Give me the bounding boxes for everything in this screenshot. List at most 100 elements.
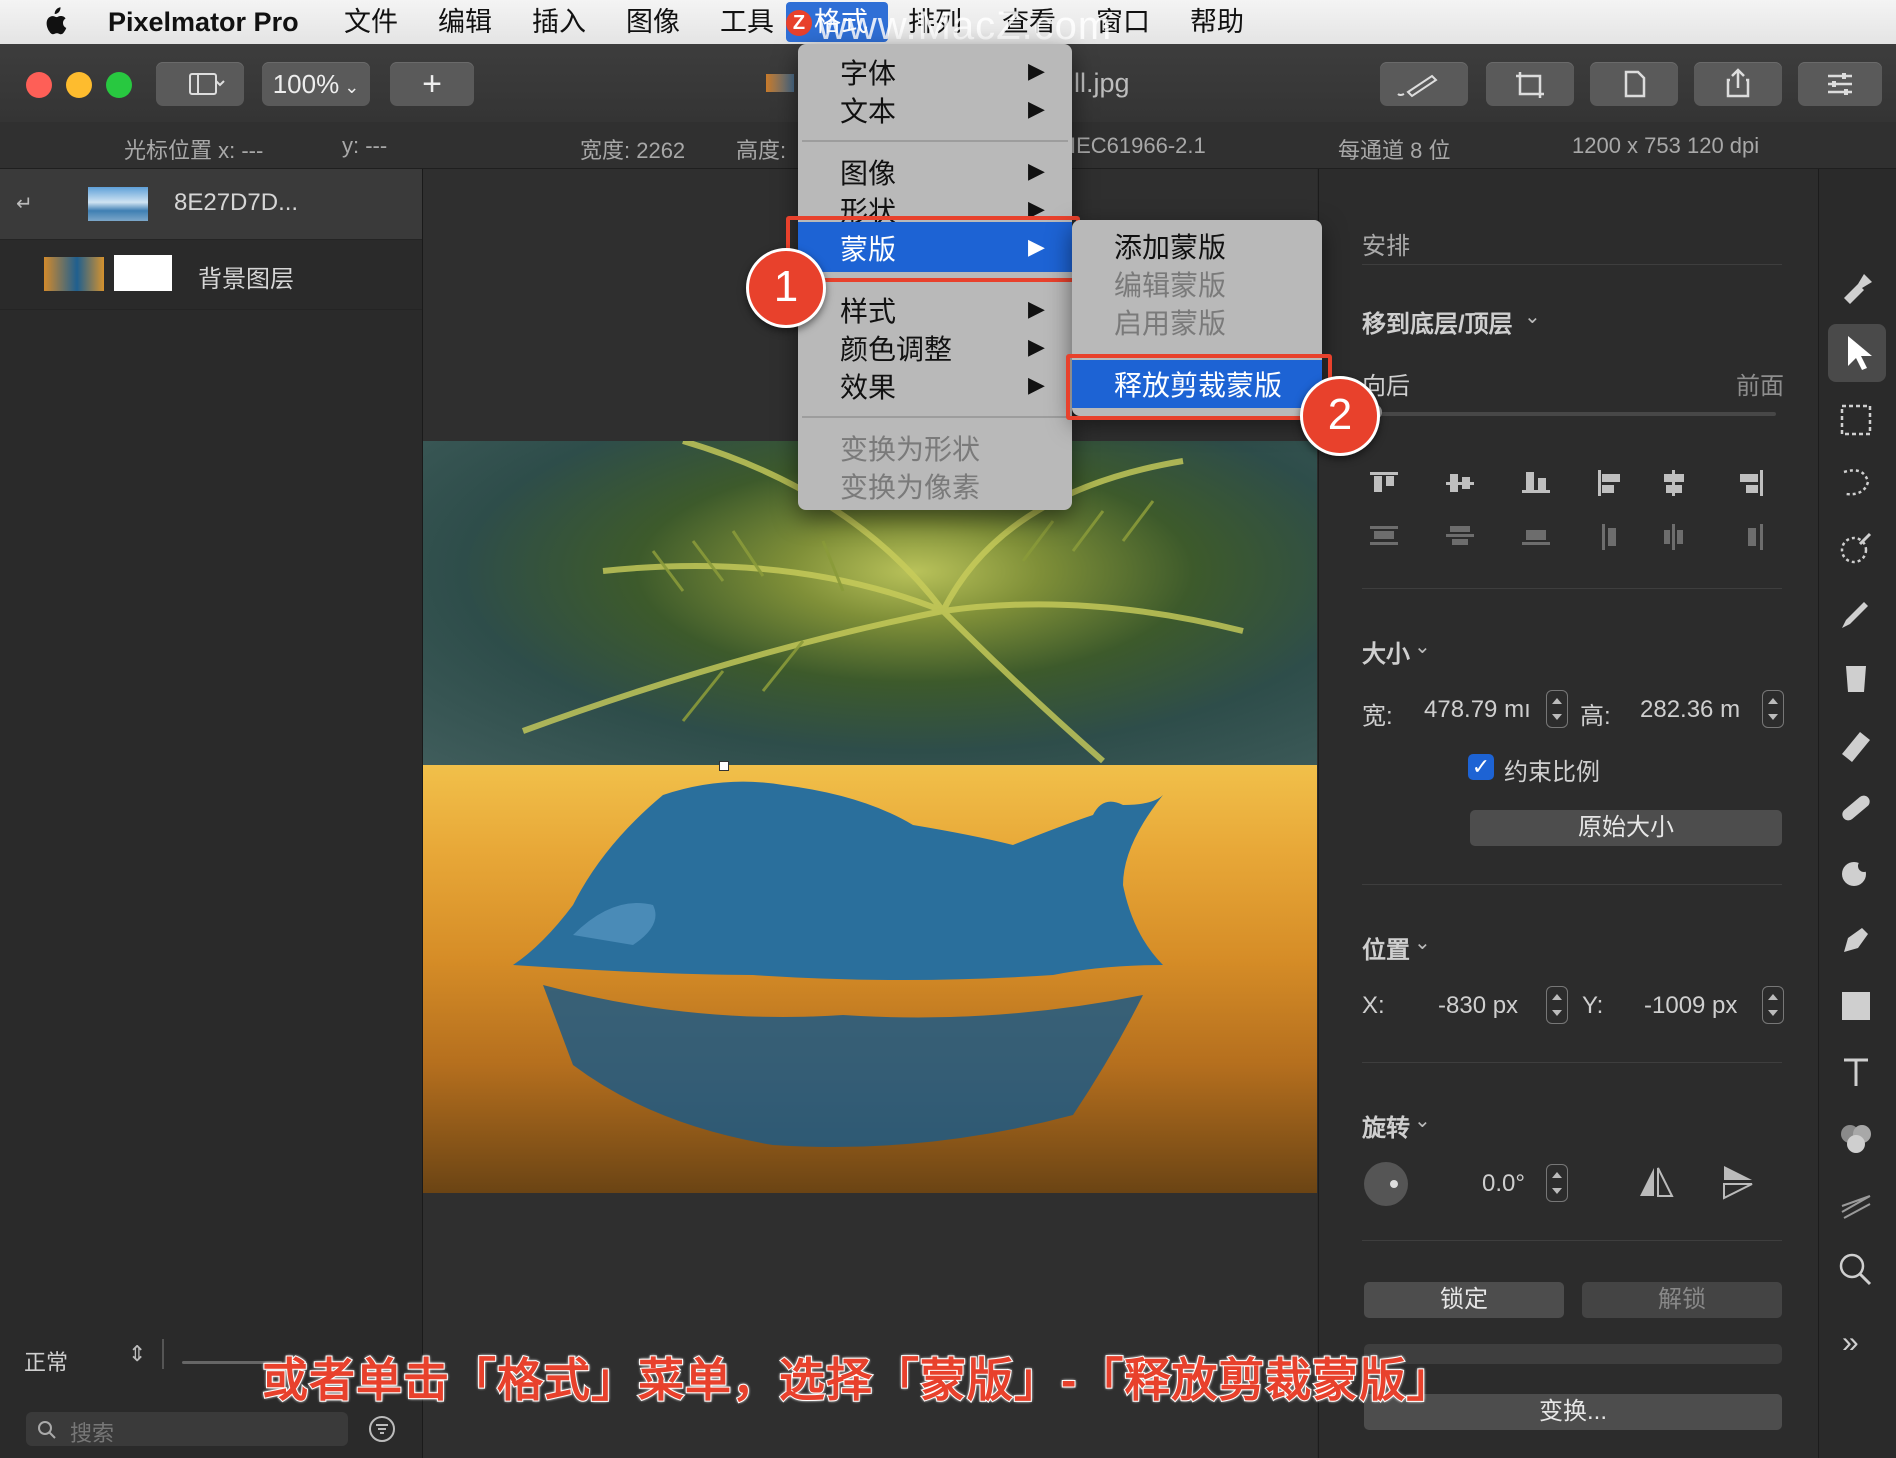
tools-settings-button[interactable]	[1798, 62, 1882, 106]
width-stepper[interactable]	[1546, 690, 1568, 728]
divider	[1362, 588, 1782, 589]
sidebar-toggle-button[interactable]	[156, 62, 244, 106]
rotate-section-title[interactable]: 旋转	[1362, 1108, 1410, 1143]
updown-chevron-icon[interactable]: ⇕	[128, 1341, 146, 1367]
effects-icon[interactable]	[1834, 1182, 1878, 1226]
image-width-readout: 宽度: 2262	[580, 138, 686, 163]
submenu-arrow-icon: ▶	[1028, 58, 1045, 83]
y-label: Y:	[1582, 992, 1604, 1019]
style-brush-icon[interactable]	[1834, 264, 1878, 308]
rect-select-icon[interactable]	[1834, 398, 1878, 442]
flip-vertical-icon[interactable]	[1718, 1162, 1758, 1202]
paint-brush-icon[interactable]	[1834, 592, 1878, 636]
resolution-readout: 1200 x 753 120 dpi	[1572, 133, 1760, 158]
menu-image[interactable]: 图像	[626, 4, 680, 40]
menu-help[interactable]: 帮助	[1190, 4, 1244, 40]
search-field[interactable]: 搜索	[26, 1412, 348, 1446]
menu-item-style[interactable]: 样式	[840, 290, 896, 330]
color-profile-readout: IEC61966-2.1	[1070, 133, 1206, 158]
layer-row[interactable]: ↵ 8E27D7D...	[0, 169, 422, 240]
color-adjust-icon[interactable]	[1834, 1116, 1878, 1160]
height-field[interactable]: 282.36 m	[1640, 696, 1740, 724]
blend-mode-select[interactable]: 正常	[24, 1345, 68, 1377]
arrange-tool-button[interactable]	[1828, 324, 1886, 382]
zoom-window-button[interactable]	[106, 72, 132, 98]
color-picker-icon[interactable]	[1834, 526, 1878, 570]
format-button[interactable]	[1590, 62, 1678, 106]
layer-thumbnail	[88, 187, 148, 221]
menu-item-image[interactable]: 图像	[840, 152, 896, 192]
filter-icon[interactable]	[368, 1415, 396, 1443]
width-field[interactable]: 478.79 mı	[1424, 696, 1531, 724]
constrain-label[interactable]: 约束比例	[1504, 752, 1600, 787]
bit-depth-readout: 每通道 8 位	[1338, 138, 1451, 163]
chevron-down-icon[interactable]: ⌄	[1524, 304, 1541, 329]
menu-tools[interactable]: 工具	[720, 4, 774, 40]
menu-insert[interactable]: 插入	[532, 4, 586, 40]
text-icon[interactable]	[1834, 1050, 1878, 1094]
bandage-icon[interactable]	[1834, 786, 1878, 830]
menu-item-text[interactable]: 文本	[840, 90, 896, 130]
eraser-icon[interactable]	[1834, 722, 1878, 766]
original-size-button[interactable]: 原始大小	[1470, 810, 1782, 846]
add-layer-button[interactable]: +	[390, 62, 474, 106]
iceberg-layer-image[interactable]	[423, 765, 1317, 1193]
position-section-title[interactable]: 位置	[1362, 930, 1410, 965]
close-window-button[interactable]	[26, 72, 52, 98]
menu-edit[interactable]: 编辑	[438, 4, 492, 40]
flip-horizontal-icon[interactable]	[1636, 1162, 1676, 1202]
layer-name: 8E27D7D...	[174, 189, 299, 216]
lock-button[interactable]: 锁定	[1364, 1282, 1564, 1318]
paint-button[interactable]	[1380, 62, 1468, 106]
chevron-down-icon[interactable]: ⌄	[1414, 1108, 1431, 1133]
constrain-checkbox[interactable]: ✓	[1468, 754, 1494, 780]
layer-thumbnail	[44, 257, 104, 291]
height-stepper[interactable]	[1762, 690, 1784, 728]
chevron-down-icon[interactable]: ⌄	[1414, 930, 1431, 955]
document-icon	[1624, 70, 1646, 98]
image-height-readout: 高度:	[736, 138, 787, 163]
y-stepper[interactable]	[1762, 986, 1784, 1024]
menu-item-color-adjust[interactable]: 颜色调整	[840, 328, 952, 368]
step-badge-1: 1	[746, 248, 826, 328]
rotation-stepper[interactable]	[1546, 1164, 1568, 1202]
minimize-window-button[interactable]	[66, 72, 92, 98]
rotation-dial[interactable]	[1364, 1162, 1408, 1206]
x-stepper[interactable]	[1546, 986, 1568, 1024]
menu-item-edit-mask: 编辑蒙版	[1114, 270, 1227, 301]
x-field[interactable]: -830 px	[1438, 992, 1518, 1020]
rotation-dial-knob	[1390, 1180, 1398, 1188]
document-title: ll.jpg	[1074, 68, 1130, 98]
pen-icon[interactable]	[1834, 918, 1878, 962]
zoom-dropdown[interactable]: 100% ⌄	[262, 62, 370, 106]
rotation-field[interactable]: 0.0°	[1482, 1170, 1525, 1198]
chevron-down-icon[interactable]: ⌄	[1414, 634, 1431, 659]
pointer-icon	[1848, 336, 1872, 370]
crop-button[interactable]	[1486, 62, 1574, 106]
width-label: 宽:	[1362, 703, 1393, 730]
size-section-title[interactable]: 大小	[1362, 634, 1410, 669]
shape-icon[interactable]	[1834, 984, 1878, 1028]
move-section-title[interactable]: 移到底层/顶层	[1362, 304, 1513, 339]
layer-row[interactable]: 背景图层	[0, 239, 422, 310]
unlock-button[interactable]: 解锁	[1582, 1282, 1782, 1318]
distort-icon[interactable]	[1834, 852, 1878, 896]
menu-item-font[interactable]: 字体	[840, 52, 896, 92]
y-field[interactable]: -1009 px	[1644, 992, 1737, 1020]
zoom-icon[interactable]	[1834, 1248, 1878, 1292]
selection-handle[interactable]	[719, 761, 729, 771]
quick-select-icon[interactable]	[1834, 462, 1878, 506]
alignment-icons[interactable]	[1362, 468, 1782, 568]
share-icon	[1726, 68, 1750, 98]
order-slider[interactable]	[1366, 412, 1776, 416]
cursor-x-readout: 光标位置 x: ---	[124, 138, 264, 163]
divider	[1362, 1062, 1782, 1063]
more-tools-icon[interactable]: »	[1842, 1326, 1859, 1360]
app-name-menu[interactable]: Pixelmator Pro	[108, 4, 299, 40]
apple-icon[interactable]	[40, 6, 68, 38]
menu-item-effects[interactable]: 效果	[840, 366, 896, 406]
menu-file[interactable]: 文件	[344, 4, 398, 40]
paint-bucket-icon[interactable]	[1834, 656, 1878, 700]
share-button[interactable]	[1694, 62, 1782, 106]
menu-item-add-mask[interactable]: 添加蒙版	[1114, 226, 1226, 266]
